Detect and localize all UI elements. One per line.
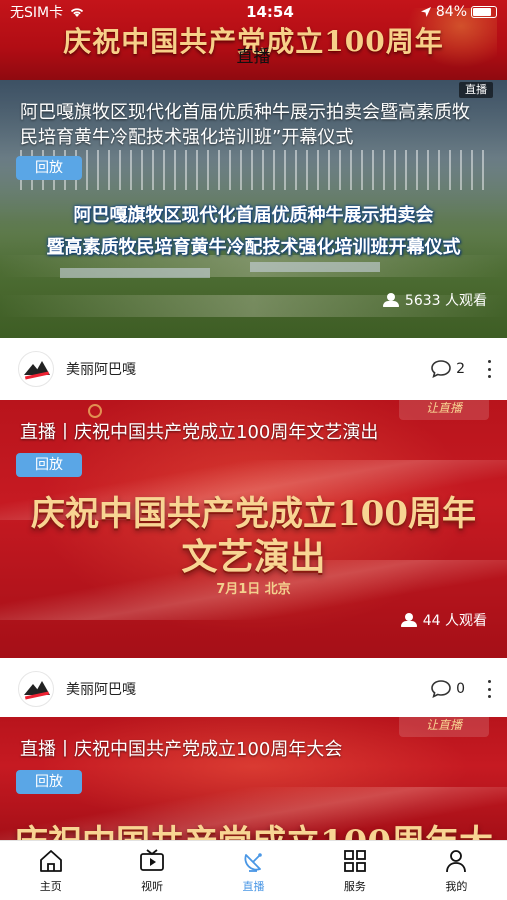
comment-count: 2 bbox=[456, 361, 465, 377]
comment-button[interactable]: 2 bbox=[430, 359, 465, 379]
corner-logo: 让直播 bbox=[399, 717, 489, 737]
corner-logo: 让直播 bbox=[399, 400, 489, 420]
mongolian-script-banner bbox=[20, 150, 487, 190]
viewer-count-text: 44 人观看 bbox=[422, 613, 487, 629]
grid-icon bbox=[344, 850, 366, 872]
tv-icon bbox=[140, 849, 165, 871]
viewer-count: 5633 人观看 bbox=[382, 290, 487, 310]
bottom-tab-bar: 主页 视听 直播 服务 我的 bbox=[0, 840, 507, 900]
author-row: 美丽阿巴嘎 0 bbox=[0, 658, 507, 720]
tab-home[interactable]: 主页 bbox=[0, 841, 101, 900]
comment-button[interactable]: 0 bbox=[430, 679, 465, 699]
tab-profile[interactable]: 我的 bbox=[406, 841, 507, 900]
barn-roof bbox=[60, 268, 210, 278]
replay-badge: 回放 bbox=[16, 156, 82, 180]
more-options-icon[interactable] bbox=[487, 680, 491, 698]
location-arrow-icon bbox=[420, 7, 431, 17]
tab-label: 主页 bbox=[39, 880, 62, 893]
viewer-icon bbox=[400, 613, 417, 627]
replay-badge: 回放 bbox=[16, 770, 82, 794]
header-banner: 无SIM卡 14:54 84% 庆祝中国共产党成立100周年 直播 bbox=[0, 0, 507, 80]
party-emblem-icon bbox=[88, 404, 102, 418]
comment-icon bbox=[431, 680, 451, 698]
comment-count: 0 bbox=[456, 681, 465, 697]
battery-percent: 84% bbox=[435, 4, 467, 20]
satellite-dish-icon bbox=[244, 853, 262, 872]
tab-label: 视听 bbox=[141, 880, 164, 893]
tab-label: 直播 bbox=[242, 880, 265, 893]
more-options-icon[interactable] bbox=[487, 360, 491, 378]
live-card-arts-performance[interactable]: 让直播 直播丨庆祝中国共产党成立100周年文艺演出 回放 庆祝中国共产党成立10… bbox=[0, 400, 507, 658]
carrier-label: 无SIM卡 bbox=[10, 5, 64, 21]
live-tag: 直播 bbox=[459, 82, 493, 98]
thumbnail-caption-line2: 暨高素质牧民培育黄牛冷配技术强化培训班开幕仪式 bbox=[46, 237, 461, 258]
avatar[interactable] bbox=[18, 671, 54, 707]
comment-icon bbox=[431, 360, 451, 378]
status-time: 14:54 bbox=[246, 3, 294, 21]
card-title: 直播丨庆祝中国共产党成立100周年大会 bbox=[20, 739, 343, 760]
card-title: 直播丨庆祝中国共产党成立100周年文艺演出 bbox=[20, 422, 379, 443]
thumbnail-caption: 阿巴嘎旗牧区现代化首届优质种牛展示拍卖会 暨高素质牧民培育黄牛冷配技术强化培训班… bbox=[0, 200, 507, 264]
thumbnail-caption-line1: 阿巴嘎旗牧区现代化首届优质种牛展示拍卖会 bbox=[73, 205, 434, 226]
tab-label: 服务 bbox=[343, 880, 366, 893]
tab-live[interactable]: 直播 bbox=[203, 841, 304, 900]
battery-icon bbox=[471, 6, 497, 18]
poster-subheadline: 文艺演出 bbox=[181, 536, 326, 578]
live-card-celebration-assembly[interactable]: 让直播 直播丨庆祝中国共产党成立100周年大会 回放 庆祝中国共产党成立100周… bbox=[0, 717, 507, 840]
avatar[interactable] bbox=[18, 351, 54, 387]
tab-services[interactable]: 服务 bbox=[304, 841, 405, 900]
page-title: 直播 bbox=[236, 47, 271, 67]
author-name[interactable]: 美丽阿巴嘎 bbox=[66, 359, 430, 379]
poster-headline: 庆祝中国共产党成立100周年大会 bbox=[0, 815, 507, 840]
tab-media[interactable]: 视听 bbox=[101, 841, 202, 900]
viewer-icon bbox=[382, 293, 399, 307]
live-card-cattle-auction[interactable]: 直播 阿巴嘎旗牧区现代化首届优质种牛展示拍卖会暨高素质牧民培育黄牛冷配技术强化培… bbox=[0, 80, 507, 338]
viewer-count: 44 人观看 bbox=[400, 610, 487, 630]
replay-badge: 回放 bbox=[16, 453, 82, 477]
poster-date: 7月1日 北京 bbox=[216, 582, 291, 597]
home-icon bbox=[39, 850, 62, 872]
wifi-icon bbox=[70, 8, 84, 17]
tab-label: 我的 bbox=[445, 880, 468, 893]
card-title: 阿巴嘎旗牧区现代化首届优质种牛展示拍卖会暨高素质牧民培育黄牛冷配技术强化培训班”… bbox=[20, 102, 470, 148]
viewer-count-text: 5633 人观看 bbox=[404, 293, 487, 309]
profile-icon bbox=[446, 850, 467, 873]
author-row: 美丽阿巴嘎 2 bbox=[0, 338, 507, 400]
author-name[interactable]: 美丽阿巴嘎 bbox=[66, 679, 430, 699]
